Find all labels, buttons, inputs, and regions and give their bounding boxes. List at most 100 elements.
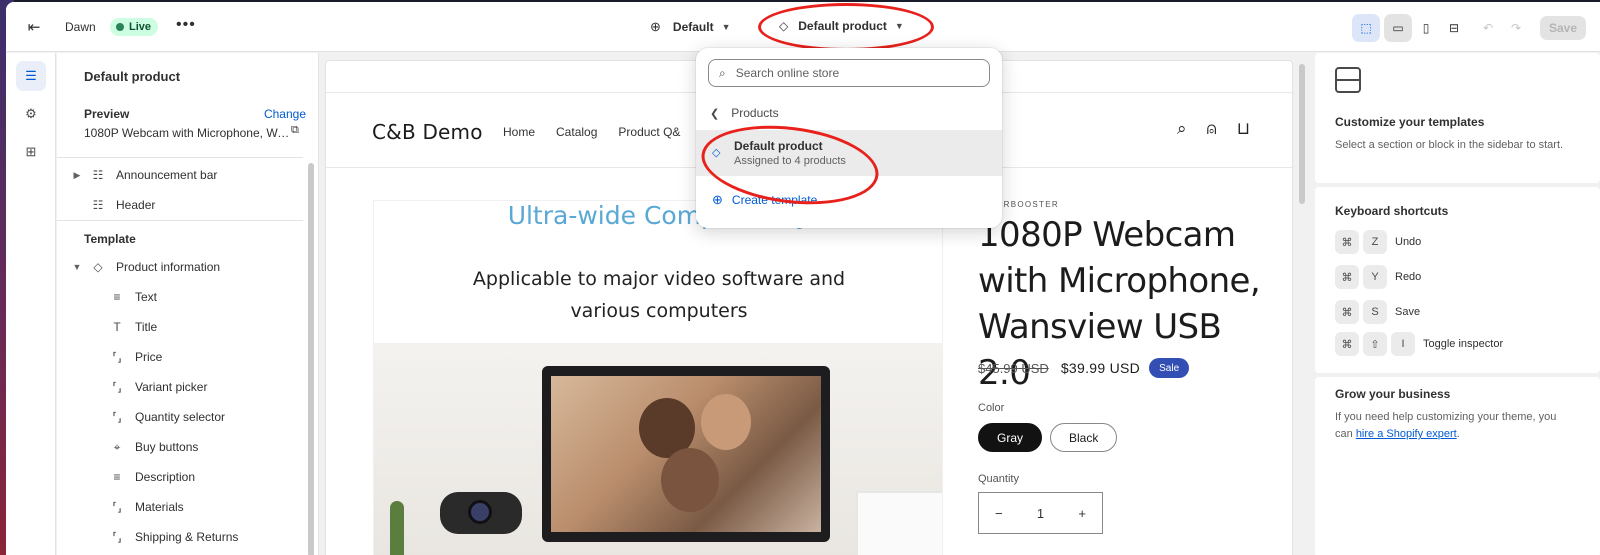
store-logo[interactable]: C&B Demo bbox=[372, 120, 483, 144]
change-preview-link[interactable]: Change bbox=[264, 107, 306, 121]
live-badge-label: Live bbox=[129, 21, 152, 33]
sidebar-item-announcement-bar[interactable]: ▶ ☷ Announcement bar bbox=[70, 160, 218, 190]
create-template-button[interactable]: ⊕ Create template bbox=[712, 192, 817, 208]
scrollbar-thumb[interactable] bbox=[1299, 64, 1305, 204]
shortcut-undo: ⌘ Z Undo bbox=[1335, 230, 1421, 254]
plus-circle-icon: ⊕ bbox=[712, 192, 723, 207]
block-item[interactable]: ⸢⸥ Price bbox=[109, 342, 162, 372]
shortcut-label: Toggle inspector bbox=[1423, 338, 1504, 350]
gear-icon[interactable]: ⚙ bbox=[16, 99, 46, 129]
chevron-right-icon[interactable]: ▶ bbox=[70, 170, 84, 181]
shortcut-label: Undo bbox=[1395, 236, 1422, 248]
preview-product: 1080P Webcam with Microphone, Wansview U… bbox=[84, 126, 294, 140]
product-price: $45.99 USD $39.99 USD Sale bbox=[978, 358, 1190, 378]
plant-shape bbox=[390, 501, 404, 555]
undo-icon[interactable]: ↶ bbox=[1474, 14, 1502, 42]
divider bbox=[57, 157, 303, 158]
command-key-icon: ⌘ bbox=[1335, 230, 1359, 254]
cart-icon[interactable]: ⊔ bbox=[1237, 119, 1250, 139]
block-frame-icon: ⸢⸥ bbox=[112, 500, 122, 514]
save-button[interactable]: Save bbox=[1540, 16, 1586, 40]
color-option-black[interactable]: Black bbox=[1050, 423, 1118, 452]
nav-link[interactable]: Catalog bbox=[556, 125, 597, 139]
top-bar: ⇤ Dawn Live ••• ⊕ Default ▼ ◇ Default pr… bbox=[6, 2, 1600, 52]
color-option-gray[interactable]: Gray bbox=[978, 423, 1043, 452]
sidebar-item-product-information[interactable]: ▼ ◇ Product information bbox=[70, 252, 221, 282]
quantity-value[interactable]: 1 bbox=[1037, 506, 1044, 521]
chevron-left-icon: ❮ bbox=[710, 107, 720, 120]
search-icon[interactable]: ⌕ bbox=[1177, 119, 1187, 139]
preview-scrollbar[interactable] bbox=[1297, 60, 1307, 555]
template-label: Default product bbox=[798, 19, 887, 33]
block-frame-icon: ⸢⸥ bbox=[112, 380, 122, 394]
webcam-shape bbox=[440, 492, 522, 534]
sale-price: $39.99 USD bbox=[1060, 360, 1141, 376]
fullscreen-icon[interactable]: ⊟ bbox=[1440, 14, 1468, 42]
scrollbar-thumb[interactable] bbox=[308, 163, 314, 555]
block-item[interactable]: ≡ Description bbox=[109, 462, 195, 492]
chevron-down-icon: ▼ bbox=[721, 22, 731, 32]
shortcut-label: Save bbox=[1395, 306, 1421, 318]
search-placeholder: Search online store bbox=[735, 66, 840, 80]
block-item[interactable]: ≡ Text bbox=[109, 282, 157, 312]
account-icon[interactable]: ⍝ bbox=[1207, 119, 1217, 139]
live-dot-icon bbox=[116, 23, 124, 31]
block-item[interactable]: T Title bbox=[109, 312, 157, 342]
templates-icon bbox=[1335, 67, 1361, 93]
desktop-view-icon[interactable]: ▭ bbox=[1384, 14, 1412, 42]
block-item[interactable]: ⸢⸥ Shipping & Returns bbox=[109, 522, 238, 552]
tag-icon: ◇ bbox=[93, 260, 103, 274]
chevron-down-icon[interactable]: ▼ bbox=[70, 262, 84, 272]
tree-item-label: Header bbox=[116, 198, 156, 212]
external-link-icon[interactable]: ⧉ bbox=[291, 124, 299, 137]
block-item[interactable]: ⸢⸥ Variant picker bbox=[109, 372, 207, 402]
shortcuts-title: Keyboard shortcuts bbox=[1335, 204, 1449, 218]
product-media[interactable]: Ultra-wide Compatibility Applicable to m… bbox=[373, 200, 943, 555]
customize-title: Customize your templates bbox=[1335, 115, 1485, 129]
quantity-stepper: − 1 + bbox=[978, 492, 1103, 534]
block-item[interactable]: ⌖ Buy buttons bbox=[109, 432, 199, 462]
text-lines-icon: ≡ bbox=[113, 290, 121, 304]
customize-card: Customize your templates Select a sectio… bbox=[1315, 53, 1600, 183]
block-item[interactable]: ⸢⸥ Quantity selector bbox=[109, 402, 225, 432]
tag-icon: ◇ bbox=[712, 147, 721, 159]
shortcuts-card: Keyboard shortcuts ⌘ Z Undo ⌘ Y Redo ⌘ S… bbox=[1315, 187, 1600, 373]
mobile-view-icon[interactable]: ▯ bbox=[1412, 14, 1440, 42]
color-options: Gray Black bbox=[978, 423, 1118, 452]
key-cap: I bbox=[1391, 332, 1415, 356]
back-to-products[interactable]: ❮ Products bbox=[710, 106, 779, 120]
key-cap: S bbox=[1363, 300, 1387, 324]
sections-icon[interactable]: ☰ bbox=[16, 61, 46, 91]
template-selector[interactable]: ◇ Default product ▼ bbox=[779, 19, 904, 33]
block-frame-icon: ⸢⸥ bbox=[112, 530, 122, 544]
nav-link[interactable]: Home bbox=[503, 125, 535, 139]
sections-sidebar: Default product Preview Change 1080P Web… bbox=[57, 53, 319, 555]
nav-link[interactable]: Product Q& bbox=[618, 125, 680, 139]
minus-icon[interactable]: − bbox=[995, 506, 1003, 521]
redo-icon[interactable]: ↷ bbox=[1502, 14, 1530, 42]
shortcut-save: ⌘ S Save bbox=[1335, 300, 1420, 324]
block-label: Price bbox=[135, 350, 163, 364]
more-horizontal-icon[interactable]: ••• bbox=[176, 16, 196, 34]
tree-item-label: Product information bbox=[116, 260, 221, 274]
hire-expert-link[interactable]: hire a Shopify expert bbox=[1356, 428, 1457, 440]
block-label: Materials bbox=[135, 500, 184, 514]
text-lines-icon: ≡ bbox=[113, 470, 121, 484]
grow-business-card: Grow your business If you need help cust… bbox=[1315, 377, 1600, 555]
apps-icon[interactable]: ⊞ bbox=[16, 137, 46, 167]
plus-icon[interactable]: + bbox=[1078, 506, 1086, 521]
inspector-icon[interactable]: ⬚ bbox=[1352, 14, 1380, 42]
sidebar-title: Default product bbox=[84, 69, 181, 84]
template-option-default-product[interactable]: ◇ Default product Assigned to 4 products bbox=[696, 130, 1002, 176]
search-input[interactable]: ⌕ Search online store bbox=[708, 59, 990, 87]
locale-selector[interactable]: ⊕ Default ▼ bbox=[650, 19, 731, 35]
search-icon: ⌕ bbox=[719, 65, 726, 80]
key-cap: Y bbox=[1363, 265, 1387, 289]
store-header-icons: ⌕ ⍝ ⊔ bbox=[1177, 119, 1250, 139]
grow-title: Grow your business bbox=[1335, 387, 1451, 401]
exit-icon[interactable]: ⇤ bbox=[22, 15, 46, 39]
block-item[interactable]: ⸢⸥ Materials bbox=[109, 492, 184, 522]
sidebar-item-header[interactable]: ☷ Header bbox=[70, 190, 156, 220]
sidebar-scrollbar[interactable] bbox=[307, 157, 315, 555]
command-key-icon: ⌘ bbox=[1335, 300, 1359, 324]
